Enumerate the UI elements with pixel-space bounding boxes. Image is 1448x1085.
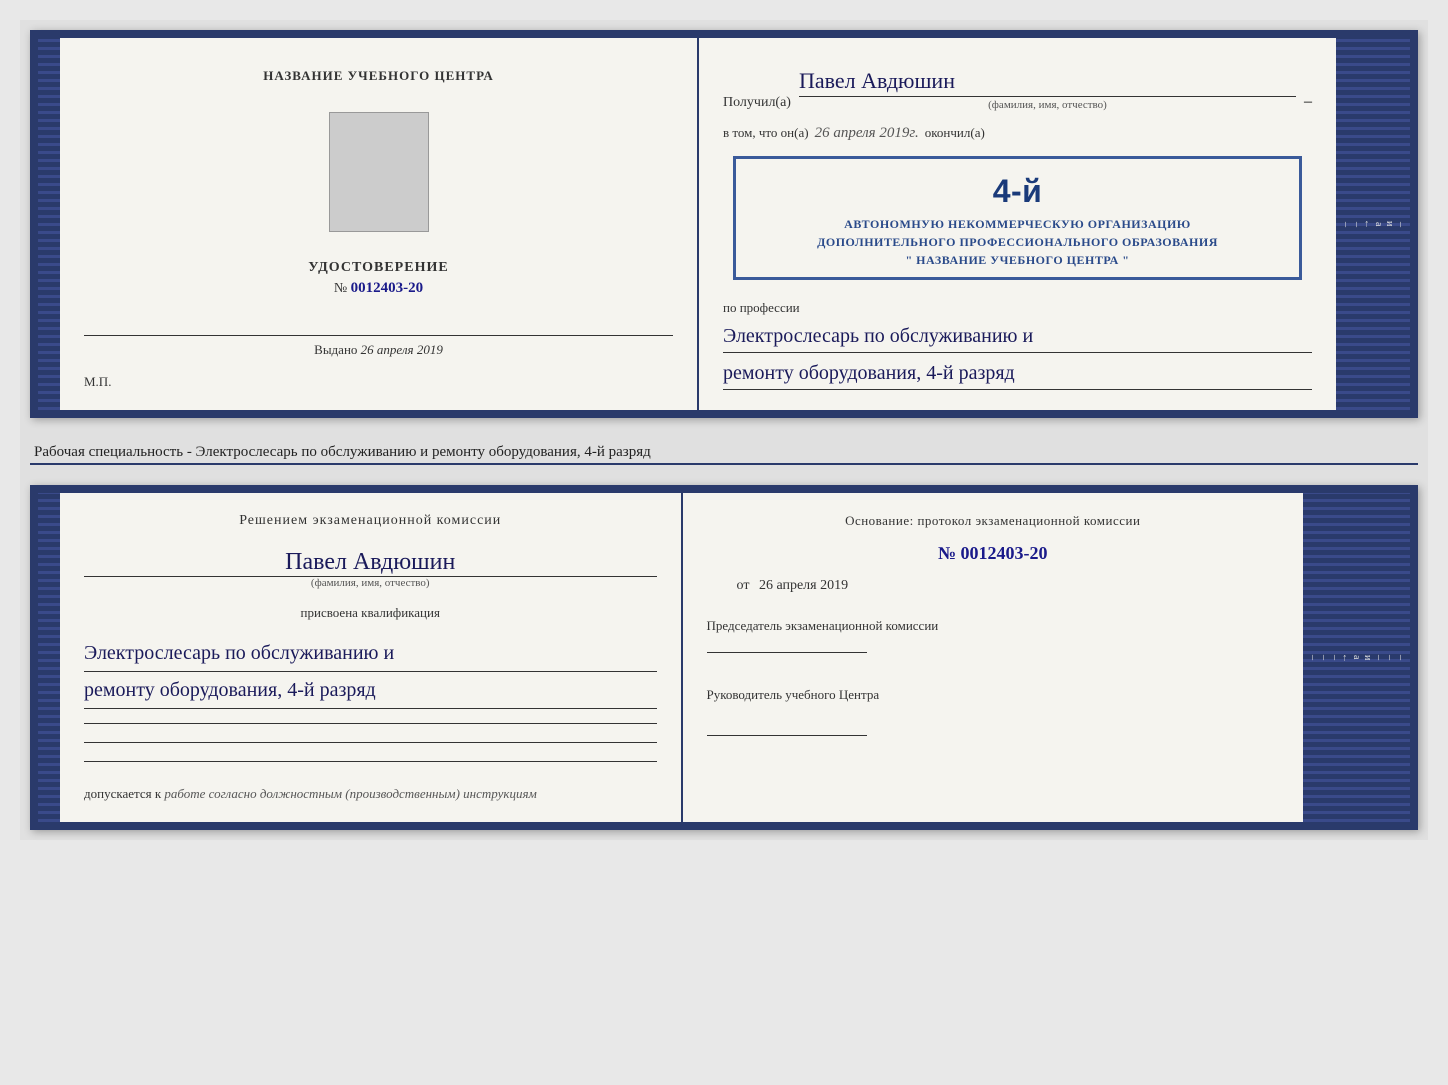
stamp-grade: 4-й — [746, 167, 1289, 215]
photo-area — [329, 112, 429, 232]
received-label: Получил(а) — [723, 95, 791, 111]
top-right-panel: Получил(а) Павел Авдюшин (фамилия, имя, … — [699, 38, 1336, 410]
basis-label: Основание: протокол экзаменационной коми… — [707, 513, 1280, 529]
mp-label: М.П. — [84, 374, 111, 390]
chairman-label: Председатель экзаменационной комиссии — [707, 618, 1280, 634]
cert-title-block: УДОСТОВЕРЕНИЕ № 0012403-20 — [308, 260, 448, 297]
bottom-side-1: – — [1395, 655, 1406, 660]
bottom-side-8: – — [1318, 655, 1329, 660]
separator-1 — [84, 723, 657, 724]
info-line: в том, что он(а) 26 апреля 2019г. окончи… — [723, 125, 1312, 142]
org-name-placeholder: НАЗВАНИЕ УЧЕБНОГО ЦЕНТРА — [263, 68, 494, 84]
profession-section-top: по профессии Электрослесарь по обслужива… — [723, 300, 1312, 390]
specialty-text: Рабочая специальность - Электрослесарь п… — [30, 436, 1418, 465]
issued-date: 26 апреля 2019 — [361, 342, 443, 357]
document-bottom: Решением экзаменационной комиссии Павел … — [30, 485, 1418, 830]
bottom-fio-caption: (фамилия, имя, отчество) — [84, 577, 657, 589]
bottom-profession-line2: ремонту оборудования, 4-й разряд — [84, 672, 657, 709]
stamp-line1: АВТОНОМНУЮ НЕКОММЕРЧЕСКУЮ ОРГАНИЗАЦИЮ — [746, 215, 1289, 233]
bottom-side-9: – — [1307, 655, 1318, 660]
director-label: Руководитель учебного Центра — [707, 687, 1280, 703]
qual-label: присвоена квалификация — [84, 605, 657, 621]
bottom-side-4: и — [1362, 655, 1373, 660]
info-suffix: окончил(а) — [925, 125, 985, 141]
bottom-side-7: – — [1329, 655, 1340, 660]
separator-2 — [84, 742, 657, 743]
cert-type-label: УДОСТОВЕРЕНИЕ — [308, 260, 448, 276]
info-date: 26 апреля 2019г. — [815, 125, 919, 142]
allowed-text-value: работе согласно должностным (производств… — [164, 786, 536, 801]
bottom-side-3: – — [1373, 655, 1384, 660]
profession-label-top: по профессии — [723, 300, 1312, 316]
cert-number-value: 0012403-20 — [351, 280, 424, 296]
bottom-side-2: – — [1384, 655, 1395, 660]
profession-line1-top: Электрослесарь по обслуживанию и — [723, 320, 1312, 353]
side-label-5: – — [1351, 222, 1362, 227]
cert-number-label: № — [334, 281, 347, 296]
page-wrapper: НАЗВАНИЕ УЧЕБНОГО ЦЕНТРА УДОСТОВЕРЕНИЕ №… — [20, 20, 1428, 840]
top-left-panel: НАЗВАНИЕ УЧЕБНОГО ЦЕНТРА УДОСТОВЕРЕНИЕ №… — [60, 38, 699, 410]
stamp-line2: ДОПОЛНИТЕЛЬНОГО ПРОФЕССИОНАЛЬНОГО ОБРАЗО… — [746, 233, 1289, 251]
issued-label: Выдано — [314, 342, 357, 357]
bottom-side-5: а — [1351, 655, 1362, 659]
side-label-3: а — [1373, 222, 1384, 226]
stamp-box: 4-й АВТОНОМНУЮ НЕКОММЕРЧЕСКУЮ ОРГАНИЗАЦИ… — [733, 156, 1302, 280]
bottom-right-panel: Основание: протокол экзаменационной коми… — [683, 493, 1304, 822]
separator-3 — [84, 761, 657, 762]
side-label-6: – — [1340, 222, 1351, 227]
bottom-right-border-strip: – – – и а ← – – – — [1303, 493, 1410, 822]
allowed-prefix: допускается к — [84, 786, 161, 801]
right-border-strip: – и а ← – – — [1336, 38, 1410, 410]
document-top: НАЗВАНИЕ УЧЕБНОГО ЦЕНТРА УДОСТОВЕРЕНИЕ №… — [30, 30, 1418, 418]
number-value: 0012403-20 — [961, 543, 1048, 563]
bottom-date: от 26 апреля 2019 — [737, 578, 1280, 594]
side-label-4: ← — [1362, 219, 1373, 229]
bottom-profession-line1: Электрослесарь по обслуживанию и — [84, 635, 657, 672]
profession-line2-top: ремонту оборудования, 4-й разряд — [723, 357, 1312, 390]
side-label-2: и — [1384, 221, 1395, 226]
chairman-sign-line — [707, 652, 867, 653]
director-sign-line — [707, 735, 867, 736]
left-border-strip — [38, 38, 60, 410]
side-label-1: – — [1395, 222, 1406, 227]
chairman-section: Председатель экзаменационной комиссии — [707, 618, 1280, 657]
bottom-left-panel: Решением экзаменационной комиссии Павел … — [60, 493, 683, 822]
bottom-side-6: ← — [1340, 653, 1351, 663]
recipient-name-top: Павел Авдюшин — [799, 68, 1296, 97]
date-value: 26 апреля 2019 — [759, 578, 848, 593]
fio-caption-top: (фамилия, имя, отчество) — [799, 99, 1296, 111]
date-prefix: от — [737, 578, 750, 593]
commission-decision-label: Решением экзаменационной комиссии — [84, 513, 657, 529]
bottom-left-border-strip — [38, 493, 60, 822]
bottom-recipient-name: Павел Авдюшин — [84, 549, 657, 577]
allowed-text-block: допускается к работе согласно должностны… — [84, 786, 657, 802]
bottom-number: № 0012403-20 — [707, 543, 1280, 564]
stamp-line3: " НАЗВАНИЕ УЧЕБНОГО ЦЕНТРА " — [746, 251, 1289, 269]
info-prefix: в том, что он(а) — [723, 125, 809, 141]
number-prefix: № — [938, 543, 956, 563]
